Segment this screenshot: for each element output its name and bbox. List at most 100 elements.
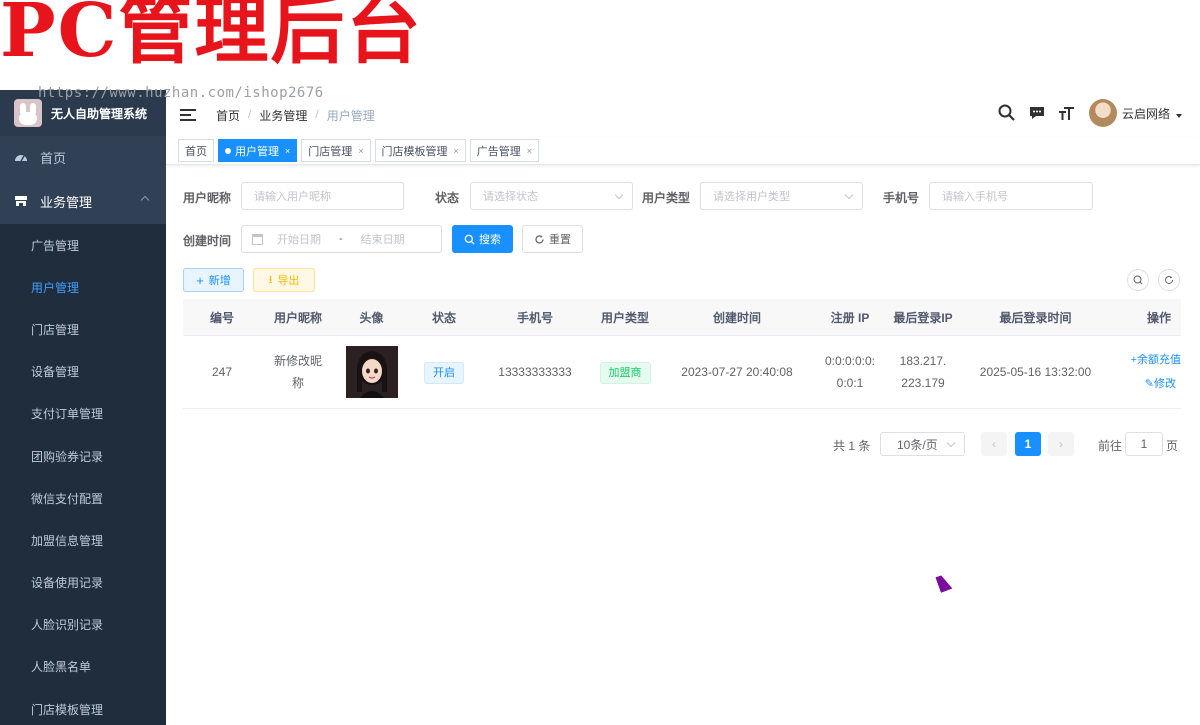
navbar-right: 云启网络: [987, 99, 1182, 127]
edit-icon: ✎: [1144, 378, 1154, 390]
sidebar-subitem-label: 门店管理: [31, 322, 80, 337]
message-icon[interactable]: [1027, 103, 1047, 123]
cell-nickname: 新修改昵称: [273, 354, 322, 390]
sidebar-item-home[interactable]: 首页: [0, 136, 166, 178]
export-button[interactable]: ⭳ 导出: [253, 268, 315, 292]
search-icon: [1133, 275, 1143, 285]
user-avatar-image[interactable]: [345, 346, 398, 398]
mouse-cursor: [935, 573, 953, 593]
close-icon[interactable]: ×: [285, 146, 290, 156]
add-button[interactable]: + 新增: [183, 268, 244, 292]
sidebar-subitem[interactable]: 广告管理: [0, 224, 166, 266]
pagination-total: 共 1 条: [833, 439, 871, 453]
page-number-current[interactable]: 1: [1015, 432, 1041, 456]
column-header: 操作: [1146, 310, 1171, 325]
tag-label: 门店管理: [308, 145, 353, 158]
sidebar-subitem-label: 人脸黑名单: [31, 660, 92, 675]
sidebar-subitem[interactable]: 设备使用记录: [0, 562, 166, 604]
refresh-icon: [1165, 275, 1173, 284]
shop-icon: [14, 195, 28, 207]
sidebar-subitem[interactable]: 微信支付配置: [0, 477, 166, 519]
end-date-input[interactable]: 结束日期: [361, 231, 405, 247]
created-time-label: 创建时间: [183, 234, 232, 248]
user-type-label: 用户类型: [642, 191, 691, 205]
user-name[interactable]: 云启网络: [1122, 105, 1170, 122]
chevron-down-icon: [844, 190, 854, 200]
caret-down-icon[interactable]: [1176, 114, 1182, 118]
user-type-select[interactable]: 请选择用户类型: [700, 182, 863, 210]
refresh-icon: [535, 234, 544, 244]
sidebar-subitem-label: 广告管理: [31, 238, 80, 253]
font-size-icon[interactable]: [1057, 103, 1077, 123]
edit-link[interactable]: ✎修改: [1111, 372, 1181, 396]
reset-button[interactable]: 重置: [522, 225, 583, 253]
download-icon: ⭳: [268, 273, 273, 286]
search-button[interactable]: 搜索: [452, 225, 513, 253]
cell-last-login-ip: 183.217.223.179: [899, 354, 947, 390]
cell-phone: 13333333333: [498, 365, 572, 379]
watermark-url: https://www.huzhan.com/ishop2676: [38, 85, 324, 101]
tags-view: 首页 用户管理 × 门店管理 × 门店模板管理 × 广告管理 ×: [166, 137, 1200, 165]
sidebar-subitem[interactable]: 设备管理: [0, 351, 166, 393]
column-header: 注册 IP: [830, 310, 870, 325]
hamburger-icon[interactable]: [180, 109, 196, 121]
breadcrumb-item[interactable]: 业务管理: [259, 107, 307, 124]
goto-label: 前往: [1098, 439, 1123, 453]
active-dot-icon: [225, 147, 231, 154]
sidebar-subitem[interactable]: 支付订单管理: [0, 393, 166, 435]
column-header: 创建时间: [712, 310, 761, 325]
sidebar-subitem-label: 门店模板管理: [31, 702, 104, 717]
close-icon[interactable]: ×: [358, 146, 363, 156]
tag-item[interactable]: 用户管理 ×: [218, 139, 298, 162]
nickname-label: 用户昵称: [183, 191, 232, 205]
sidebar-subitem-label: 人脸识别记录: [31, 618, 104, 633]
recharge-link[interactable]: +余额充值: [1111, 348, 1181, 372]
sidebar-subitem-label: 加盟信息管理: [31, 533, 104, 548]
tag-label: 门店模板管理: [381, 145, 448, 158]
sidebar-group-business[interactable]: 业务管理: [0, 178, 166, 224]
close-icon[interactable]: ×: [527, 146, 532, 156]
column-header: 用户昵称: [273, 310, 322, 325]
search-icon[interactable]: [997, 103, 1017, 123]
page-size-select[interactable]: 10条/页: [880, 432, 965, 456]
nickname-input[interactable]: 请输入用户昵称: [241, 182, 404, 210]
next-page-button[interactable]: ›: [1048, 432, 1074, 456]
search-icon: [464, 234, 475, 244]
refresh-button[interactable]: [1158, 269, 1180, 291]
sidebar-subitem[interactable]: 用户管理: [0, 266, 166, 308]
sidebar-subitem[interactable]: 团购验券记录: [0, 435, 166, 477]
user-table: 编号 用户昵称 头像 状态 手机号 用户类型 创建时间 注册 IP 最后登录IP 最后登录时间 操作…: [183, 299, 1181, 409]
goto-page-input[interactable]: 1: [1125, 432, 1163, 456]
phone-input[interactable]: 请输入手机号: [929, 182, 1093, 210]
date-range-picker[interactable]: 开始日期 - 结束日期: [241, 225, 442, 253]
cell-id: 247: [211, 365, 233, 379]
avatar[interactable]: [1088, 99, 1117, 127]
toggle-search-button[interactable]: [1127, 269, 1149, 291]
tag-label: 首页: [185, 145, 207, 158]
sidebar: 无人自助管理系统 首页 业务管理 广告管理 用户管理 门店管理 设备管理 支付订单管理团…: [0, 90, 166, 725]
user-type-badge: 加盟商: [599, 361, 651, 384]
sidebar-subitem[interactable]: 门店模板管理: [0, 688, 166, 725]
cell-register-ip: 0:0:0:0:0:0:0:1: [824, 354, 876, 390]
column-header: 最后登录IP: [893, 310, 953, 325]
navbar: 首页 / 业务管理 / 用户管理 云启网络: [166, 96, 1200, 134]
promo-banner-title: PC管理后台: [0, 0, 423, 74]
tag-item[interactable]: 首页: [178, 139, 214, 162]
close-icon[interactable]: ×: [454, 146, 459, 156]
sidebar-subitem[interactable]: 加盟信息管理: [0, 519, 166, 561]
tag-item[interactable]: 门店管理 ×: [301, 139, 371, 162]
sidebar-subitem[interactable]: 门店管理: [0, 308, 166, 350]
tag-item[interactable]: 广告管理 ×: [469, 139, 540, 162]
tag-item[interactable]: 门店模板管理 ×: [374, 139, 466, 162]
start-date-input[interactable]: 开始日期: [277, 231, 321, 247]
chevron-down-icon: [614, 190, 624, 200]
prev-page-button[interactable]: ‹: [981, 432, 1007, 456]
tag-label: 用户管理: [235, 145, 279, 158]
sidebar-subitem[interactable]: 人脸识别记录: [0, 604, 166, 646]
breadcrumb-item[interactable]: 首页: [216, 107, 240, 124]
sidebar-group-label: 业务管理: [40, 194, 93, 210]
sidebar-subitem[interactable]: 人脸黑名单: [0, 646, 166, 688]
sidebar-subitem-label: 微信支付配置: [31, 491, 104, 506]
status-select[interactable]: 请选择状态: [470, 182, 633, 210]
cell-last-login-time: 2025-05-16 13:32:00: [979, 365, 1092, 379]
